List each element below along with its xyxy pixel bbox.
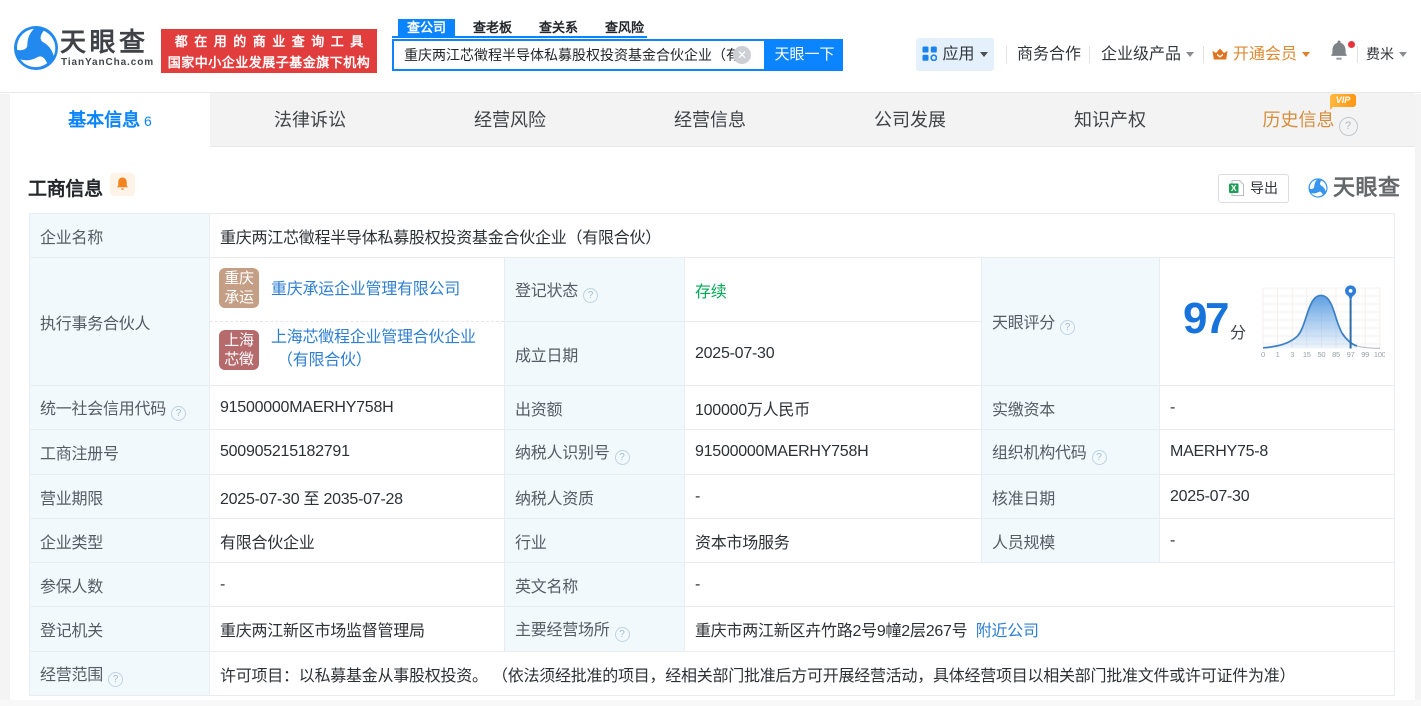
- svg-text:1: 1: [1276, 350, 1280, 359]
- svg-text:3: 3: [1290, 350, 1294, 359]
- svg-text:15: 15: [1303, 350, 1311, 359]
- svg-text:99: 99: [1361, 350, 1369, 359]
- svg-text:X: X: [1231, 183, 1237, 193]
- svg-text:0: 0: [1261, 350, 1265, 359]
- svg-text:85: 85: [1332, 350, 1340, 359]
- svg-text:100: 100: [1374, 350, 1385, 359]
- svg-text:50: 50: [1317, 350, 1325, 359]
- svg-text:97: 97: [1347, 350, 1355, 359]
